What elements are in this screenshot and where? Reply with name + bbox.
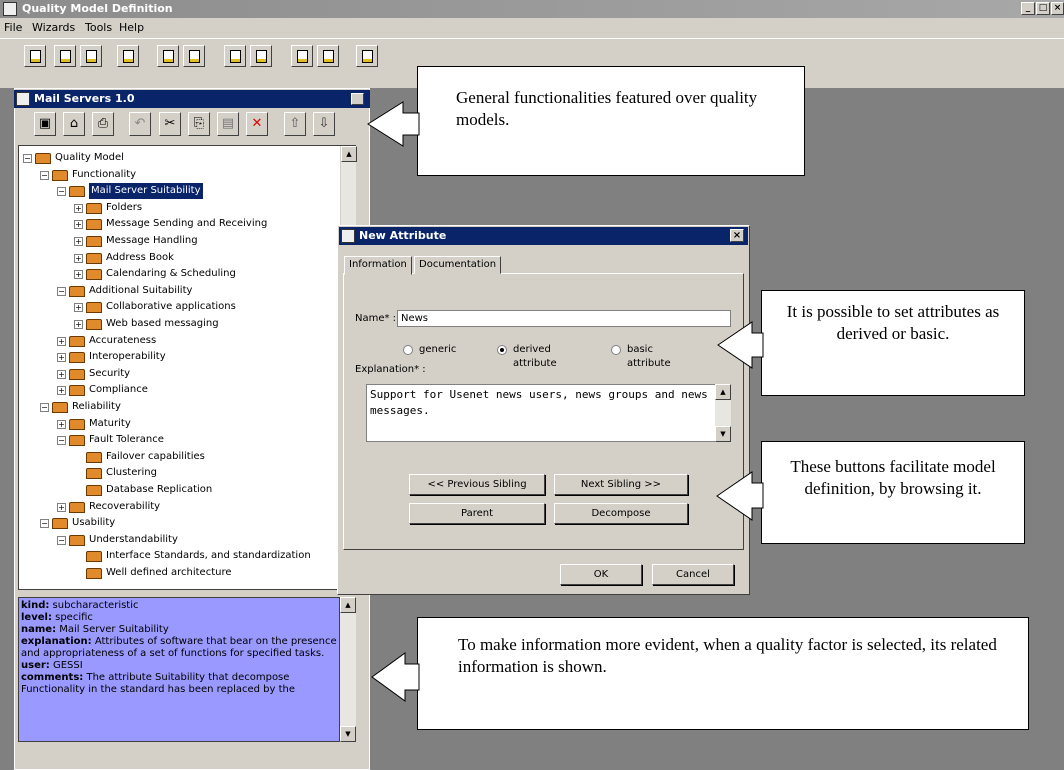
arrow-info: [371, 652, 420, 702]
callout-arrows: [367, 101, 764, 702]
arrow-general: [367, 101, 420, 147]
arrow-attributes: [717, 321, 764, 369]
arrow-buttons: [716, 471, 764, 521]
